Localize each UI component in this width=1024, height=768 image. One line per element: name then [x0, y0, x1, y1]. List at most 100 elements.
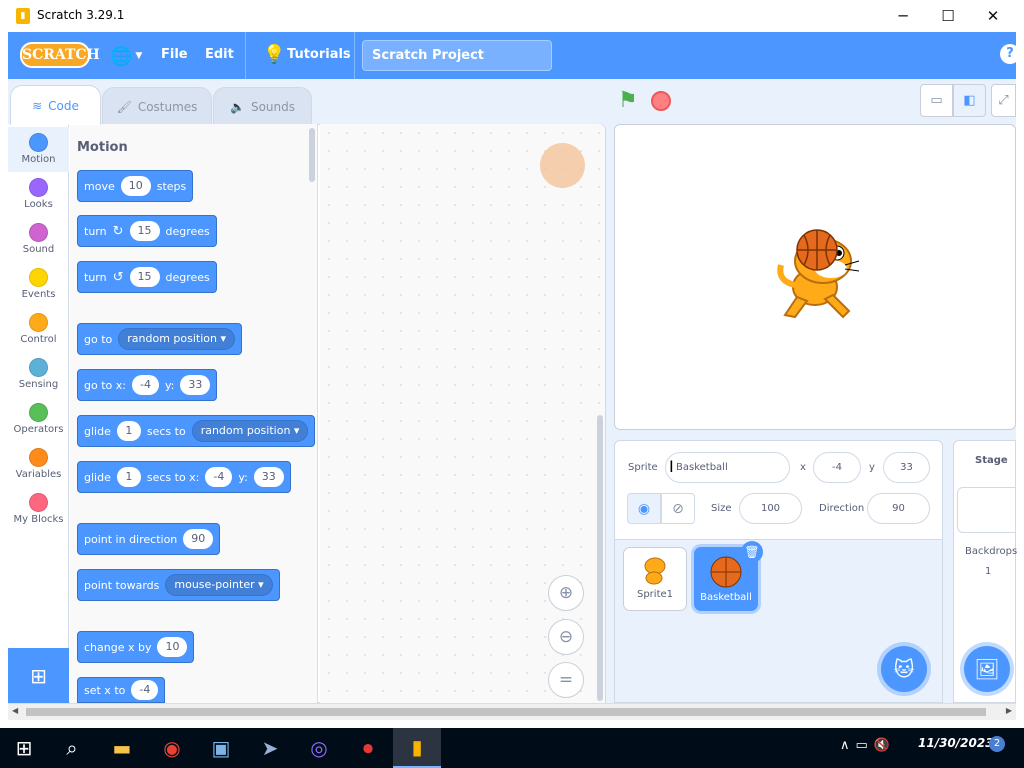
block-turn-right[interactable]: turn ↻ 15 degrees [77, 215, 217, 247]
scroll-left-icon[interactable]: ◀ [12, 706, 18, 715]
choose-sprite-button[interactable]: 🐱 [881, 646, 927, 692]
block-dropdown[interactable]: mouse-pointer ▾ [165, 574, 273, 596]
block-input[interactable]: 33 [253, 467, 284, 487]
block-input[interactable]: 1 [116, 421, 141, 441]
code-icon: ≋ [32, 98, 43, 113]
stage-thumbnail[interactable] [957, 487, 1016, 533]
block-input[interactable]: 1 [116, 467, 141, 487]
zoom-in-button[interactable]: ⊕ [548, 575, 584, 611]
block-dropdown[interactable]: random position ▾ [191, 420, 309, 442]
scratch-logo[interactable]: SCRATCH [20, 42, 100, 68]
block-point-in-direction[interactable]: point in direction 90 [77, 523, 221, 555]
stage-canvas[interactable] [614, 124, 1016, 430]
fullscreen-button[interactable]: ⤢ [991, 84, 1016, 117]
choose-backdrop-button[interactable]: 🖼 [964, 646, 1010, 692]
search-button[interactable]: ⌕ [48, 728, 96, 768]
y-input[interactable]: 33 [883, 452, 930, 483]
block-input[interactable]: -4 [131, 680, 159, 700]
category-variables[interactable]: Variables [8, 442, 69, 487]
block-input[interactable]: 90 [183, 529, 214, 549]
category-motion[interactable]: Motion [8, 127, 69, 172]
clock[interactable]: 11/30/2023 [918, 736, 994, 750]
recorder-button[interactable]: ⏺ [344, 728, 392, 768]
block-text: go to x: [84, 378, 126, 392]
sprite-thumbnail[interactable]: Sprite1 [623, 547, 687, 611]
category-events[interactable]: Events [8, 262, 69, 307]
eye-slash-icon: ⊘ [672, 500, 684, 517]
tab-code[interactable]: ≋ Code [10, 85, 101, 125]
tab-sounds[interactable]: 🔈 Sounds [213, 87, 312, 125]
block-input[interactable]: 15 [129, 221, 160, 241]
script-area-scrollbar[interactable] [597, 415, 603, 701]
scratch-taskbar-button[interactable]: ▮ [393, 728, 441, 768]
block-go-to-xy[interactable]: go to x: -4 y: 33 [77, 369, 218, 401]
category-operators[interactable]: Operators [8, 397, 69, 442]
zoom-reset-button[interactable]: = [548, 662, 584, 698]
block-turn-left[interactable]: turn ↺ 15 degrees [77, 261, 217, 293]
normal-stage-button[interactable]: ◧ [953, 84, 986, 117]
block-glide[interactable]: glide 1 secs to random position ▾ [77, 415, 316, 447]
add-extension-button[interactable]: ⊞ [8, 648, 69, 703]
direction-input[interactable]: 90 [867, 493, 930, 524]
zoom-out-button[interactable]: ⊖ [548, 619, 584, 655]
block-input[interactable]: 10 [157, 637, 188, 657]
category-control[interactable]: Control [8, 307, 69, 352]
pointer-icon: ➤ [261, 736, 279, 760]
delete-sprite-button[interactable]: 🗑 [741, 541, 763, 563]
show-sprite-button[interactable]: ◉ [627, 493, 661, 524]
remote-desktop-button[interactable]: ▣ [197, 728, 245, 768]
scroll-right-icon[interactable]: ▶ [1006, 706, 1012, 715]
category-sensing[interactable]: Sensing [8, 352, 69, 397]
maximize-button[interactable]: ☐ [925, 0, 971, 32]
block-point-towards[interactable]: point towards mouse-pointer ▾ [77, 569, 280, 601]
palette-scrollbar[interactable] [309, 128, 315, 182]
block-input[interactable]: -4 [205, 467, 233, 487]
help-icon[interactable]: ? [1000, 44, 1020, 64]
chrome-button[interactable]: ◉ [148, 728, 196, 768]
block-glide-xy[interactable]: glide 1 secs to x: -4 y: 33 [77, 461, 291, 493]
chrome-icon: ◉ [163, 736, 181, 760]
block-dropdown[interactable]: random position ▾ [118, 328, 236, 350]
category-looks[interactable]: Looks [8, 172, 69, 217]
notification-badge[interactable]: 2 [989, 736, 1005, 752]
green-flag-icon[interactable]: ⚑ [618, 88, 638, 113]
x-input[interactable]: -4 [813, 452, 861, 483]
scrollbar-thumb[interactable] [26, 708, 986, 716]
cursor-app-button[interactable]: ➤ [246, 728, 294, 768]
size-input[interactable]: 100 [739, 493, 802, 524]
control-dot-icon [29, 313, 48, 332]
small-stage-icon: ▭ [930, 93, 943, 108]
windows-icon: ⊞ [15, 736, 33, 760]
block-go-to[interactable]: go to random position ▾ [77, 323, 243, 355]
category-sound[interactable]: Sound [8, 217, 69, 262]
tutorials-menu[interactable]: Tutorials [287, 47, 351, 62]
block-input[interactable]: 33 [180, 375, 211, 395]
edit-menu[interactable]: Edit [205, 47, 234, 62]
block-set-x[interactable]: set x to -4 [77, 677, 166, 703]
block-input[interactable]: 10 [120, 176, 151, 196]
block-change-x[interactable]: change x by 10 [77, 631, 195, 663]
block-input[interactable]: 15 [129, 267, 160, 287]
block-input[interactable]: -4 [131, 375, 159, 395]
language-menu[interactable]: 🌐 ▼ [110, 44, 150, 68]
app-launcher-button[interactable]: ◎ [295, 728, 343, 768]
image-add-icon: 🖼 [974, 657, 1000, 681]
minimize-button[interactable]: ─ [880, 0, 926, 32]
file-explorer-button[interactable]: ▬ [98, 728, 146, 768]
small-stage-button[interactable]: ▭ [920, 84, 953, 117]
stop-icon[interactable] [651, 91, 671, 111]
hide-sprite-button[interactable]: ⊘ [661, 493, 695, 524]
close-button[interactable]: ✕ [970, 0, 1016, 32]
start-button[interactable]: ⊞ [0, 728, 48, 768]
block-move-steps[interactable]: move 10 steps [77, 170, 194, 202]
script-area[interactable] [320, 124, 605, 703]
sprite-name-input[interactable]: Basketball [665, 452, 790, 483]
file-menu[interactable]: File [161, 47, 188, 62]
block-text: degrees [165, 270, 210, 284]
system-tray[interactable]: ∧▭🔇 [840, 738, 896, 753]
project-title-input[interactable]: Scratch Project [362, 40, 552, 71]
globe-icon: 🌐 [110, 45, 133, 67]
rotate-right-icon: ↻ [112, 223, 124, 239]
tab-costumes[interactable]: 🖌 Costumes [102, 87, 212, 125]
category-my-blocks[interactable]: My Blocks [8, 487, 69, 532]
